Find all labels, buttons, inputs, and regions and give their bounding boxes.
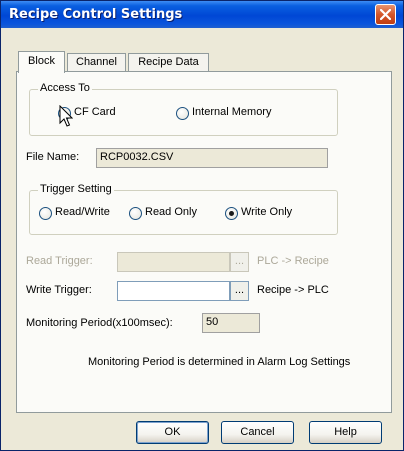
- trigger-setting-group: Trigger Setting Read/Write Read Only Wri…: [29, 183, 338, 235]
- access-to-group: Access To CF Card Internal Memory: [29, 82, 338, 136]
- close-button[interactable]: [375, 4, 396, 25]
- read-write-radio[interactable]: [39, 207, 52, 220]
- monitoring-period-field[interactable]: 50: [202, 313, 260, 333]
- tab-block[interactable]: Block: [18, 51, 65, 73]
- recipe-control-settings-dialog: Recipe Control Settings Block Channel Re…: [0, 0, 404, 451]
- file-name-field[interactable]: RCP0032.CSV: [96, 148, 328, 168]
- read-trigger-browse-button: ...: [230, 252, 249, 272]
- window-title: Recipe Control Settings: [9, 7, 183, 22]
- write-only-label[interactable]: Write Only: [241, 206, 292, 218]
- write-trigger-label: Write Trigger:: [26, 284, 92, 296]
- close-icon: [380, 9, 391, 20]
- title-bar[interactable]: Recipe Control Settings: [1, 1, 403, 28]
- dialog-body: Block Channel Recipe Data Access To CF C…: [1, 28, 403, 450]
- tab-channel[interactable]: Channel: [67, 53, 126, 71]
- ok-button[interactable]: OK: [136, 421, 209, 444]
- access-to-legend: Access To: [38, 82, 92, 94]
- mouse-pointer-icon: [59, 105, 73, 127]
- write-only-radio[interactable]: [225, 207, 238, 220]
- read-write-label[interactable]: Read/Write: [55, 206, 110, 218]
- write-trigger-field[interactable]: [117, 281, 230, 301]
- write-trigger-browse-button[interactable]: ...: [230, 281, 249, 301]
- help-button[interactable]: Help: [309, 421, 382, 444]
- read-trigger-label: Read Trigger:: [26, 255, 93, 267]
- tab-recipe-data-label: Recipe Data: [138, 56, 199, 68]
- tab-channel-label: Channel: [76, 56, 117, 68]
- read-trigger-direction: PLC -> Recipe: [257, 255, 329, 267]
- trigger-setting-legend: Trigger Setting: [38, 183, 114, 195]
- file-name-label: File Name:: [26, 151, 80, 163]
- monitoring-period-note: Monitoring Period is determined in Alarm…: [88, 356, 351, 368]
- internal-memory-radio[interactable]: [176, 107, 189, 120]
- monitoring-period-label: Monitoring Period(x100msec):: [26, 317, 173, 329]
- internal-memory-label[interactable]: Internal Memory: [192, 106, 271, 118]
- read-only-label[interactable]: Read Only: [145, 206, 197, 218]
- cf-card-label[interactable]: CF Card: [74, 106, 116, 118]
- read-only-radio[interactable]: [129, 207, 142, 220]
- read-trigger-field: [117, 252, 230, 272]
- tab-recipe-data[interactable]: Recipe Data: [128, 53, 209, 71]
- cancel-button[interactable]: Cancel: [221, 421, 294, 444]
- tab-block-label: Block: [28, 55, 55, 67]
- write-trigger-direction: Recipe -> PLC: [257, 284, 329, 296]
